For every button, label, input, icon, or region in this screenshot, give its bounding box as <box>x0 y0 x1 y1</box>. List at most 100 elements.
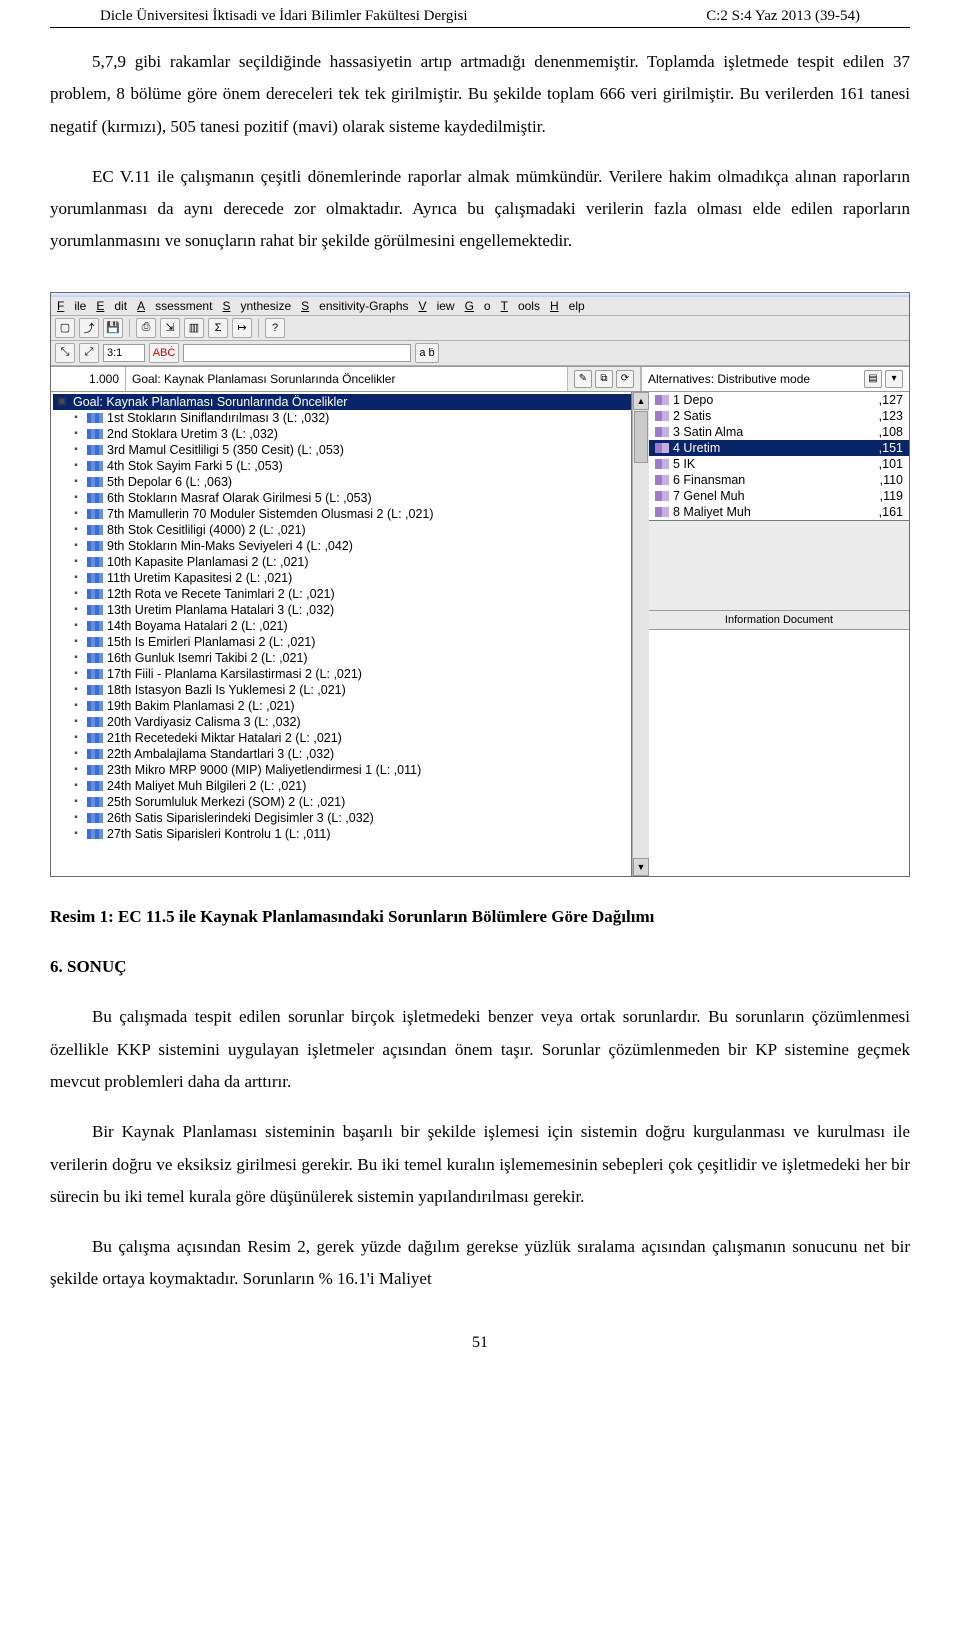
help-icon[interactable]: ? <box>265 318 285 338</box>
alt-row[interactable]: 6 Finansman,110 <box>649 472 909 488</box>
save-icon[interactable]: 💾 <box>103 318 123 338</box>
tree-item[interactable]: ▪21th Recetedeki Miktar Hatalari 2 (L: ,… <box>53 730 631 746</box>
info-body[interactable] <box>649 630 909 876</box>
text-field[interactable] <box>183 344 411 362</box>
collapse-icon[interactable]: ▣ <box>55 396 69 408</box>
app-window: File Edit Assessment Synthesize Sensitivity-… <box>50 292 910 877</box>
tree-item[interactable]: ▪8th Stok Cesitliligi (4000) 2 (L: ,021) <box>53 522 631 538</box>
menu-edit[interactable]: Edit <box>96 299 127 313</box>
body-text: 5,7,9 gibi rakamlar seçildiğinde hassasi… <box>0 28 960 286</box>
tree-item[interactable]: ▪14th Boyama Hatalari 2 (L: ,021) <box>53 618 631 634</box>
alternatives-pane[interactable]: 1 Depo,1272 Satis,1233 Satin Alma,1084 U… <box>649 392 909 521</box>
scroll-thumb[interactable] <box>634 411 648 463</box>
print-icon[interactable]: ⎙ <box>136 318 156 338</box>
body-text-2: Resim 1: EC 11.5 ile Kaynak Planlamasınd… <box>0 883 960 1324</box>
tree-scrollbar[interactable]: ▲ ▼ <box>632 392 649 876</box>
tree-item[interactable]: ▪22th Ambalajlama Standartlari 3 (L: ,03… <box>53 746 631 762</box>
alt-bar-icon <box>655 395 669 405</box>
leaf-icon: ▪ <box>69 524 83 536</box>
copy-icon[interactable]: ⧉ <box>595 370 613 388</box>
tree-item[interactable]: ▪2nd Stoklara Uretim 3 (L: ,032) <box>53 426 631 442</box>
menu-file[interactable]: File <box>57 299 86 313</box>
tree-item[interactable]: ▪5th Depolar 6 (L: ,063) <box>53 474 631 490</box>
open-icon[interactable]: ⤴ <box>79 318 99 338</box>
paragraph-3: Bu çalışmada tespit edilen sorunlar birç… <box>50 1001 910 1098</box>
calc-icon[interactable]: Σ <box>208 318 228 338</box>
bar-icon <box>87 445 103 455</box>
tree-item[interactable]: ▪6th Stokların Masraf Olarak Girilmesi 5… <box>53 490 631 506</box>
alt-row[interactable]: 5 IK,101 <box>649 456 909 472</box>
menu-go[interactable]: Go <box>465 299 491 313</box>
menu-tools[interactable]: Tools <box>501 299 540 313</box>
tree-item[interactable]: ▪12th Rota ve Recete Tanimlari 2 (L: ,02… <box>53 586 631 602</box>
expand-icon[interactable]: ⤢ <box>79 343 99 363</box>
tree-item[interactable]: ▪10th Kapasite Planlamasi 2 (L: ,021) <box>53 554 631 570</box>
bar-icon <box>87 413 103 423</box>
menubar: File Edit Assessment Synthesize Sensitivity-… <box>51 297 909 316</box>
arrow-icon[interactable]: ↦ <box>232 318 252 338</box>
tree-item[interactable]: ▪23th Mikro MRP 9000 (MIP) Maliyetlendir… <box>53 762 631 778</box>
alt-chart-icon[interactable]: ▤ <box>864 370 882 388</box>
tree-item[interactable]: ▪15th Is Emirleri Planlamasi 2 (L: ,021) <box>53 634 631 650</box>
tree-item[interactable]: ▪18th Istasyon Bazli Is Yuklemesi 2 (L: … <box>53 682 631 698</box>
tree-item[interactable]: ▪9th Stokların Min-Maks Seviyeleri 4 (L:… <box>53 538 631 554</box>
ab-button[interactable]: a ḃ <box>415 343 439 363</box>
leaf-icon: ▪ <box>69 540 83 552</box>
bar-icon <box>87 541 103 551</box>
leaf-icon: ▪ <box>69 636 83 648</box>
abc-button[interactable]: ABĊ <box>149 343 179 363</box>
bar-icon <box>87 685 103 695</box>
page-header: Dicle Üniversitesi İktisadi ve İdari Bil… <box>50 0 910 28</box>
bar-icon <box>87 605 103 615</box>
collapse-icon[interactable]: ⤡ <box>55 343 75 363</box>
menu-sensitivity-graphs[interactable]: Sensitivity-Graphs <box>301 299 408 313</box>
bar-icon <box>87 781 103 791</box>
tree-item[interactable]: ▪11th Uretim Kapasitesi 2 (L: ,021) <box>53 570 631 586</box>
tree-icon[interactable]: ⇲ <box>160 318 180 338</box>
alt-row[interactable]: 1 Depo,127 <box>649 392 909 408</box>
goal-bar: 1.000 Goal: Kaynak Planlaması Sorunların… <box>51 366 909 392</box>
bar-icon <box>87 477 103 487</box>
chart-bar-icon[interactable]: ▥ <box>184 318 204 338</box>
alt-row[interactable]: 8 Maliyet Muh,161 <box>649 504 909 520</box>
alt-row[interactable]: 7 Genel Muh,119 <box>649 488 909 504</box>
tree-item[interactable]: ▪7th Mamullerin 70 Moduler Sistemden Olu… <box>53 506 631 522</box>
figure-caption: Resim 1: EC 11.5 ile Kaynak Planlamasınd… <box>50 901 910 933</box>
tree-item[interactable]: ▪1st Stokların Siniflandırılması 3 (L: ,… <box>53 410 631 426</box>
tree-item[interactable]: ▪27th Satis Siparisleri Kontrolu 1 (L: ,… <box>53 826 631 842</box>
ratio-field[interactable]: 3:1 <box>103 344 145 362</box>
leaf-icon: ▪ <box>69 668 83 680</box>
tree-root[interactable]: ▣Goal: Kaynak Planlaması Sorunlarında Ön… <box>53 394 631 410</box>
tree-item[interactable]: ▪24th Maliyet Muh Bilgileri 2 (L: ,021) <box>53 778 631 794</box>
tree-item[interactable]: ▪13th Uretim Planlama Hatalari 3 (L: ,03… <box>53 602 631 618</box>
notes-icon[interactable]: ✎ <box>574 370 592 388</box>
separator <box>129 319 130 337</box>
tree-item[interactable]: ▪16th Gunluk Isemri Takibi 2 (L: ,021) <box>53 650 631 666</box>
new-file-icon[interactable]: ▢ <box>55 318 75 338</box>
goal-text: Goal: Kaynak Planlaması Sorunlarında Önc… <box>126 367 568 391</box>
alt-bar-icon <box>655 443 669 453</box>
alt-row[interactable]: 4 Uretim,151 <box>649 440 909 456</box>
menu-synthesize[interactable]: Synthesize <box>222 299 291 313</box>
toolbar-1: ▢ ⤴ 💾 ⎙ ⇲ ▥ Σ ↦ ? <box>51 316 909 341</box>
scroll-down-icon[interactable]: ▼ <box>633 858 649 876</box>
tree-item[interactable]: ▪4th Stok Sayim Farki 5 (L: ,053) <box>53 458 631 474</box>
tree-item[interactable]: ▪25th Sorumluluk Merkezi (SOM) 2 (L: ,02… <box>53 794 631 810</box>
tree-item[interactable]: ▪19th Bakim Planlamasi 2 (L: ,021) <box>53 698 631 714</box>
menu-assessment[interactable]: Assessment <box>137 299 212 313</box>
alt-bar-icon <box>655 411 669 421</box>
menu-view[interactable]: View <box>419 299 455 313</box>
alt-dropdown-icon[interactable]: ▾ <box>885 370 903 388</box>
tree-item[interactable]: ▪26th Satis Siparislerindeki Degisimler … <box>53 810 631 826</box>
leaf-icon: ▪ <box>69 812 83 824</box>
refresh-icon[interactable]: ⟳ <box>616 370 634 388</box>
alt-row[interactable]: 3 Satin Alma,108 <box>649 424 909 440</box>
alt-row[interactable]: 2 Satis,123 <box>649 408 909 424</box>
tree-item[interactable]: ▪20th Vardiyasiz Calisma 3 (L: ,032) <box>53 714 631 730</box>
tree-item[interactable]: ▪17th Fiili - Planlama Karsilastirmasi 2… <box>53 666 631 682</box>
tree-pane[interactable]: ▣Goal: Kaynak Planlaması Sorunlarında Ön… <box>51 392 632 876</box>
scroll-up-icon[interactable]: ▲ <box>633 392 649 410</box>
tree-item[interactable]: ▪3rd Mamul Cesitliligi 5 (350 Cesit) (L:… <box>53 442 631 458</box>
menu-help[interactable]: Help <box>550 299 585 313</box>
leaf-icon: ▪ <box>69 492 83 504</box>
